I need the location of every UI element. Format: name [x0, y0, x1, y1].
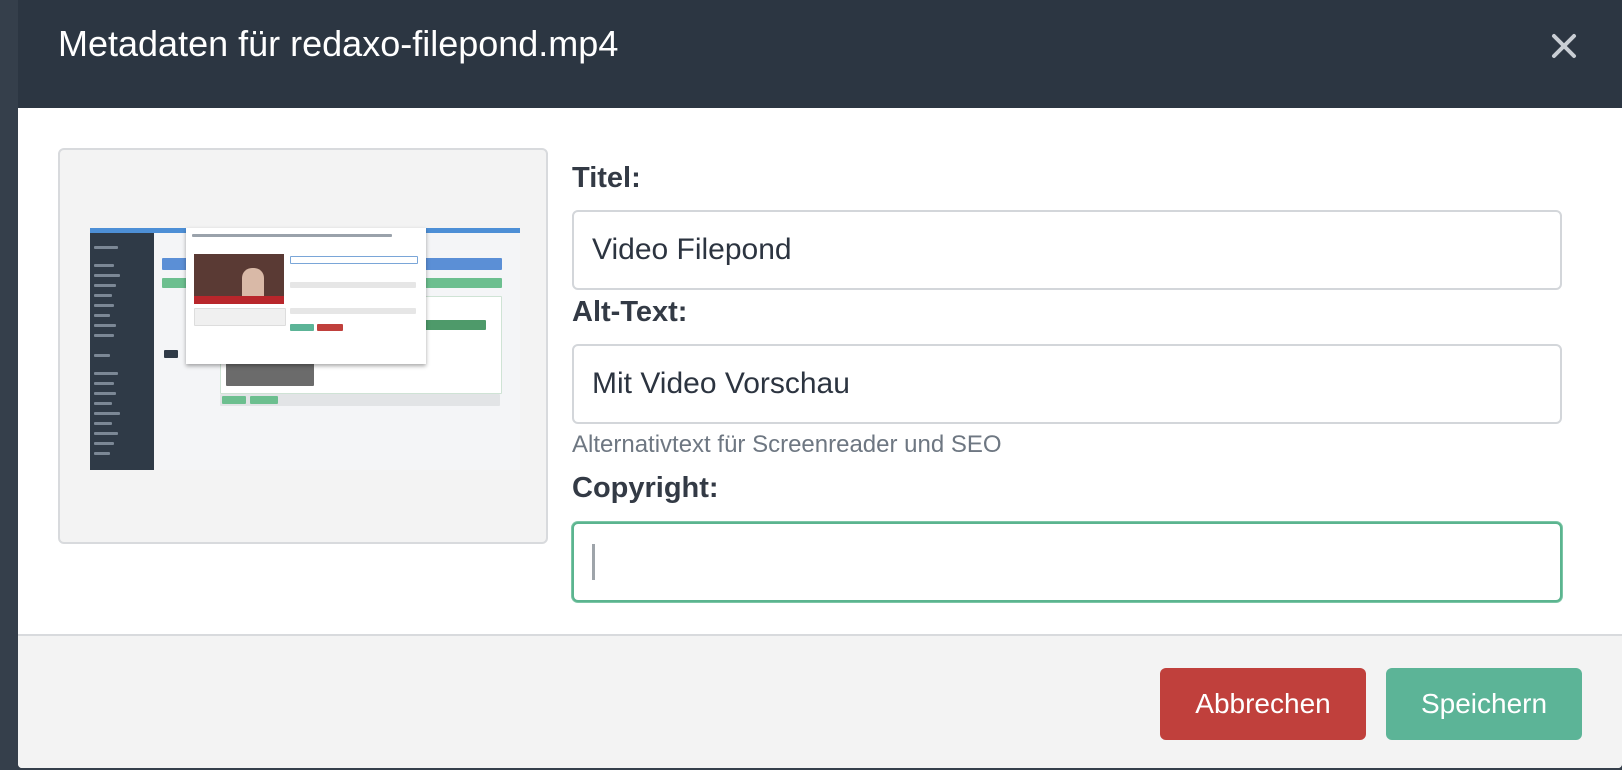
thumb-line — [94, 452, 110, 455]
thumb-block — [250, 396, 278, 404]
thumb-line — [94, 354, 110, 357]
thumb-block — [192, 234, 392, 237]
close-button[interactable] — [1544, 26, 1584, 66]
thumb-line — [94, 442, 114, 445]
thumb-block — [420, 320, 486, 330]
modal-body: Titel: Alt-Text: Alternativtext für Scre… — [18, 108, 1622, 634]
alt-text-label: Alt-Text: — [572, 296, 688, 328]
modal-header: Metadaten für redaxo-filepond.mp4 — [18, 0, 1622, 108]
thumb-video — [194, 254, 284, 304]
thumb-line — [94, 372, 118, 375]
text-caret — [592, 544, 595, 580]
alt-text-help: Alternativtext für Screenreader und SEO — [572, 431, 1002, 458]
thumb-line — [94, 304, 114, 307]
thumb-block — [290, 324, 314, 331]
copyright-input[interactable] — [572, 522, 1562, 602]
thumb-block — [222, 396, 246, 404]
thumb-video-band — [194, 296, 284, 304]
media-preview — [58, 148, 548, 544]
close-icon — [1552, 34, 1576, 58]
modal-title: Metadaten für redaxo-filepond.mp4 — [58, 23, 619, 64]
thumb-line — [94, 412, 120, 415]
thumb-line — [94, 392, 116, 395]
thumb-line — [94, 432, 118, 435]
save-button[interactable]: Speichern — [1386, 668, 1582, 740]
thumb-line — [94, 334, 114, 337]
alt-text-input[interactable] — [572, 344, 1562, 424]
thumb-line — [94, 294, 112, 297]
thumb-line — [94, 246, 118, 249]
thumb-line — [94, 402, 112, 405]
thumb-block — [290, 282, 416, 288]
metadata-modal: Metadaten für redaxo-filepond.mp4 Titel:… — [18, 0, 1622, 768]
thumb-line — [94, 382, 114, 385]
title-label: Titel: — [572, 162, 641, 194]
thumb-line — [94, 264, 114, 267]
thumb-block — [164, 350, 178, 358]
copyright-field-wrapper — [572, 522, 1562, 602]
thumb-block — [290, 308, 416, 314]
thumb-line — [94, 314, 110, 317]
thumb-line — [94, 422, 112, 425]
cancel-button[interactable]: Abbrechen — [1160, 668, 1366, 740]
thumb-dialog — [186, 228, 426, 364]
thumb-block — [290, 256, 418, 264]
copyright-label: Copyright: — [572, 472, 719, 504]
thumb-block — [317, 324, 343, 331]
thumb-line — [94, 274, 120, 277]
thumb-line — [94, 324, 116, 327]
modal-footer: Abbrechen Speichern — [18, 634, 1622, 768]
video-thumbnail-image — [90, 228, 520, 470]
thumb-block — [194, 308, 286, 326]
title-input[interactable] — [572, 210, 1562, 290]
thumb-line — [94, 284, 116, 287]
